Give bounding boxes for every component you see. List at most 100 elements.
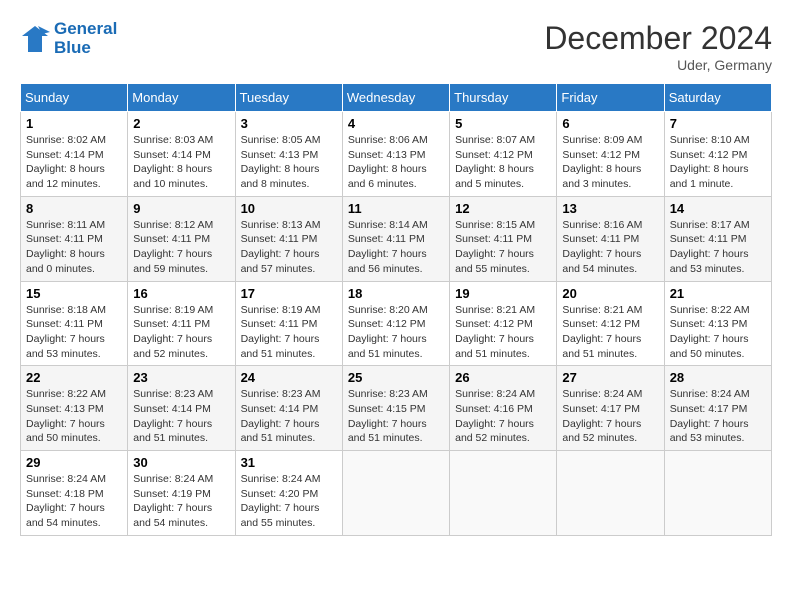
day-info: Sunrise: 8:24 AM Sunset: 4:17 PM Dayligh… [670,387,766,446]
calendar-cell: 15 Sunrise: 8:18 AM Sunset: 4:11 PM Dayli… [21,281,128,366]
calendar-cell: 27 Sunrise: 8:24 AM Sunset: 4:17 PM Dayli… [557,366,664,451]
calendar-cell: 26Sunrise: 8:24 AM Sunset: 4:16 PM Dayli… [450,366,557,451]
calendar-cell: 24 Sunrise: 8:23 AM Sunset: 4:14 PM Dayli… [235,366,342,451]
day-number: 30 [133,455,229,470]
calendar-table: SundayMondayTuesdayWednesdayThursdayFrid… [20,83,772,536]
calendar-week-4: 22 Sunrise: 8:22 AM Sunset: 4:13 PM Dayli… [21,366,772,451]
calendar-cell: 9 Sunrise: 8:12 AM Sunset: 4:11 PM Daylig… [128,196,235,281]
day-info: Sunrise: 8:20 AM Sunset: 4:12 PM Dayligh… [348,303,444,362]
calendar-cell: 30 Sunrise: 8:24 AM Sunset: 4:19 PM Dayli… [128,451,235,536]
day-number: 23 [133,370,229,385]
calendar-cell: 28Sunrise: 8:24 AM Sunset: 4:17 PM Dayli… [664,366,771,451]
day-number: 6 [562,116,658,131]
day-number: 9 [133,201,229,216]
day-number: 10 [241,201,337,216]
title-block: December 2024 Uder, Germany [544,20,772,73]
calendar-cell [664,451,771,536]
day-info: Sunrise: 8:24 AM Sunset: 4:16 PM Dayligh… [455,387,551,446]
day-info: Sunrise: 8:23 AM Sunset: 4:14 PM Dayligh… [133,387,229,446]
day-info: Sunrise: 8:21 AM Sunset: 4:12 PM Dayligh… [455,303,551,362]
calendar-cell [342,451,449,536]
day-info: Sunrise: 8:11 AM Sunset: 4:11 PM Dayligh… [26,218,122,277]
day-info: Sunrise: 8:24 AM Sunset: 4:17 PM Dayligh… [562,387,658,446]
day-number: 13 [562,201,658,216]
calendar-cell [557,451,664,536]
day-info: Sunrise: 8:13 AM Sunset: 4:11 PM Dayligh… [241,218,337,277]
calendar-cell: 16 Sunrise: 8:19 AM Sunset: 4:11 PM Dayli… [128,281,235,366]
calendar-cell: 5Sunrise: 8:07 AM Sunset: 4:12 PM Daylig… [450,112,557,197]
day-number: 4 [348,116,444,131]
calendar-cell: 22 Sunrise: 8:22 AM Sunset: 4:13 PM Dayli… [21,366,128,451]
day-number: 16 [133,286,229,301]
day-number: 31 [241,455,337,470]
day-info: Sunrise: 8:03 AM Sunset: 4:14 PM Dayligh… [133,133,229,192]
day-info: Sunrise: 8:09 AM Sunset: 4:12 PM Dayligh… [562,133,658,192]
day-header-tuesday: Tuesday [235,84,342,112]
logo-text: General Blue [54,20,117,57]
day-number: 8 [26,201,122,216]
day-number: 29 [26,455,122,470]
calendar-week-1: 1Sunrise: 8:02 AM Sunset: 4:14 PM Daylig… [21,112,772,197]
calendar-cell: 10 Sunrise: 8:13 AM Sunset: 4:11 PM Dayli… [235,196,342,281]
day-number: 11 [348,201,444,216]
calendar-cell: 29 Sunrise: 8:24 AM Sunset: 4:18 PM Dayli… [21,451,128,536]
calendar-cell: 18 Sunrise: 8:20 AM Sunset: 4:12 PM Dayli… [342,281,449,366]
day-info: Sunrise: 8:14 AM Sunset: 4:11 PM Dayligh… [348,218,444,277]
day-number: 21 [670,286,766,301]
day-info: Sunrise: 8:24 AM Sunset: 4:19 PM Dayligh… [133,472,229,531]
calendar-cell [450,451,557,536]
day-info: Sunrise: 8:16 AM Sunset: 4:11 PM Dayligh… [562,218,658,277]
calendar-cell: 7Sunrise: 8:10 AM Sunset: 4:12 PM Daylig… [664,112,771,197]
calendar-cell: 8 Sunrise: 8:11 AM Sunset: 4:11 PM Daylig… [21,196,128,281]
day-header-friday: Friday [557,84,664,112]
calendar-cell: 2 Sunrise: 8:03 AM Sunset: 4:14 PM Daylig… [128,112,235,197]
calendar-cell: 17Sunrise: 8:19 AM Sunset: 4:11 PM Dayli… [235,281,342,366]
day-number: 22 [26,370,122,385]
month-title: December 2024 [544,20,772,57]
day-number: 2 [133,116,229,131]
calendar-cell: 3Sunrise: 8:05 AM Sunset: 4:13 PM Daylig… [235,112,342,197]
day-number: 12 [455,201,551,216]
day-header-sunday: Sunday [21,84,128,112]
day-info: Sunrise: 8:17 AM Sunset: 4:11 PM Dayligh… [670,218,766,277]
day-info: Sunrise: 8:19 AM Sunset: 4:11 PM Dayligh… [241,303,337,362]
day-info: Sunrise: 8:24 AM Sunset: 4:20 PM Dayligh… [241,472,337,531]
page-header: General Blue December 2024 Uder, Germany [20,20,772,73]
calendar-cell: 23 Sunrise: 8:23 AM Sunset: 4:14 PM Dayli… [128,366,235,451]
day-number: 27 [562,370,658,385]
location: Uder, Germany [544,57,772,73]
calendar-cell: 6 Sunrise: 8:09 AM Sunset: 4:12 PM Daylig… [557,112,664,197]
calendar-cell: 31 Sunrise: 8:24 AM Sunset: 4:20 PM Dayli… [235,451,342,536]
day-info: Sunrise: 8:07 AM Sunset: 4:12 PM Dayligh… [455,133,551,192]
day-number: 18 [348,286,444,301]
day-number: 25 [348,370,444,385]
calendar-cell: 14 Sunrise: 8:17 AM Sunset: 4:11 PM Dayli… [664,196,771,281]
day-info: Sunrise: 8:24 AM Sunset: 4:18 PM Dayligh… [26,472,122,531]
calendar-cell: 1Sunrise: 8:02 AM Sunset: 4:14 PM Daylig… [21,112,128,197]
calendar-week-5: 29 Sunrise: 8:24 AM Sunset: 4:18 PM Dayli… [21,451,772,536]
day-info: Sunrise: 8:12 AM Sunset: 4:11 PM Dayligh… [133,218,229,277]
calendar-header: SundayMondayTuesdayWednesdayThursdayFrid… [21,84,772,112]
day-number: 19 [455,286,551,301]
calendar-cell: 11 Sunrise: 8:14 AM Sunset: 4:11 PM Dayli… [342,196,449,281]
day-header-monday: Monday [128,84,235,112]
calendar-week-2: 8 Sunrise: 8:11 AM Sunset: 4:11 PM Daylig… [21,196,772,281]
day-number: 1 [26,116,122,131]
day-number: 24 [241,370,337,385]
day-info: Sunrise: 8:22 AM Sunset: 4:13 PM Dayligh… [26,387,122,446]
day-info: Sunrise: 8:19 AM Sunset: 4:11 PM Dayligh… [133,303,229,362]
day-number: 15 [26,286,122,301]
calendar-cell: 19 Sunrise: 8:21 AM Sunset: 4:12 PM Dayli… [450,281,557,366]
calendar-cell: 12Sunrise: 8:15 AM Sunset: 4:11 PM Dayli… [450,196,557,281]
day-info: Sunrise: 8:05 AM Sunset: 4:13 PM Dayligh… [241,133,337,192]
day-number: 14 [670,201,766,216]
day-info: Sunrise: 8:23 AM Sunset: 4:14 PM Dayligh… [241,387,337,446]
day-info: Sunrise: 8:18 AM Sunset: 4:11 PM Dayligh… [26,303,122,362]
day-header-saturday: Saturday [664,84,771,112]
calendar-cell: 21Sunrise: 8:22 AM Sunset: 4:13 PM Dayli… [664,281,771,366]
day-info: Sunrise: 8:10 AM Sunset: 4:12 PM Dayligh… [670,133,766,192]
calendar-cell: 20Sunrise: 8:21 AM Sunset: 4:12 PM Dayli… [557,281,664,366]
day-header-thursday: Thursday [450,84,557,112]
calendar-cell: 4Sunrise: 8:06 AM Sunset: 4:13 PM Daylig… [342,112,449,197]
day-number: 20 [562,286,658,301]
